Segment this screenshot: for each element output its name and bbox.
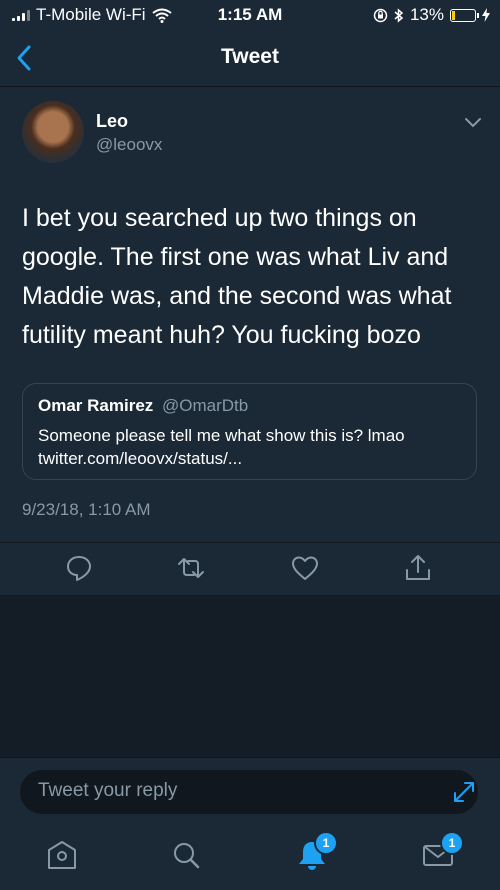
tab-home[interactable] [42,835,82,875]
quoted-tweet-header: Omar Ramirez @OmarDtb [38,396,248,416]
charging-bolt-icon [482,8,490,22]
search-icon [174,843,200,869]
tab-bar: 1 1 [0,821,500,890]
retweet-icon[interactable] [176,553,206,583]
quoted-tweet-text: Someone please tell me what show this is… [38,426,405,468]
tweet-text: I bet you searched up two things on goog… [22,204,452,349]
status-bar: T-Mobile Wi-Fi 1:15 AM 13% [0,0,500,30]
tweet-actions [0,542,500,593]
quoted-author-handle: @OmarDtb [162,396,249,415]
battery-percent: 13% [409,5,444,24]
page-title: Tweet [221,45,279,68]
reply-bar: Tweet your reply [0,757,500,822]
expand-icon[interactable] [444,768,484,812]
reply-icon[interactable] [64,553,94,583]
orientation-lock-icon [373,8,388,22]
status-right: 13% [373,5,490,25]
tab-search[interactable] [166,835,206,875]
share-icon[interactable] [403,553,433,583]
home-icon [48,841,76,869]
bluetooth-icon [394,7,404,23]
quoted-tweet[interactable]: Omar Ramirez @OmarDtb Someone please tel… [22,383,477,480]
author-name[interactable]: Leo [96,111,128,132]
messages-badge: 1 [440,831,464,855]
like-icon[interactable] [290,553,320,583]
quoted-author-name: Omar Ramirez [38,396,154,415]
avatar[interactable] [22,101,84,163]
battery-icon [450,8,479,22]
reply-input[interactable]: Tweet your reply [20,770,478,814]
tab-messages[interactable]: 1 [418,831,464,875]
author-handle[interactable]: @leoovx [96,135,162,155]
chevron-down-icon[interactable] [464,117,482,128]
tab-notifications[interactable]: 1 [292,831,338,875]
tweet-detail: Leo @leoovx I bet you searched up two th… [0,87,500,596]
notifications-badge: 1 [314,831,338,855]
nav-bar: Tweet [0,30,500,87]
tweet-timestamp: 9/23/18, 1:10 AM [22,500,151,519]
